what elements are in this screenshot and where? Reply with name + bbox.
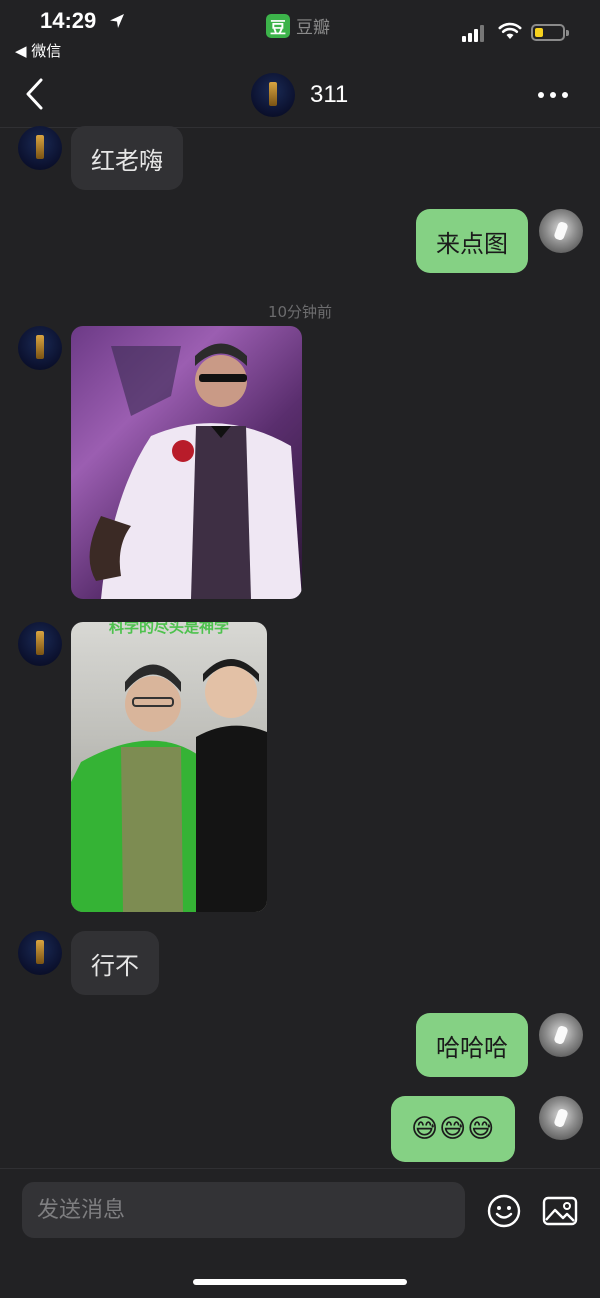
image-message-costume[interactable] <box>71 326 302 599</box>
costume-illustration <box>89 343 302 599</box>
their-avatar[interactable] <box>18 126 62 170</box>
my-avatar[interactable] <box>539 1096 583 1140</box>
battery-level <box>535 28 543 37</box>
message-bubble-sent[interactable]: 哈哈哈 <box>416 1013 528 1077</box>
home-indicator <box>193 1279 407 1285</box>
my-avatar[interactable] <box>539 209 583 253</box>
location-arrow-icon <box>110 14 124 28</box>
message-bubble-sent[interactable]: 😅😅😅 <box>391 1096 516 1162</box>
smiley-icon[interactable] <box>486 1193 522 1229</box>
app-badge: 豆 豆瓣 <box>266 13 330 38</box>
contact-name[interactable]: 311 <box>310 81 348 109</box>
battery-icon <box>531 24 569 41</box>
message-input[interactable] <box>22 1182 465 1238</box>
their-avatar[interactable] <box>18 622 62 666</box>
image-icon[interactable] <box>542 1195 578 1227</box>
status-time: 14:29 <box>40 8 97 33</box>
status-bar: 14:29 ◀ 微信 豆 豆瓣 <box>0 0 600 62</box>
chevron-left-icon[interactable] <box>22 77 48 111</box>
contact-avatar[interactable] <box>251 73 295 117</box>
their-avatar[interactable] <box>18 931 62 975</box>
wifi-icon <box>498 22 522 39</box>
chat-header: 311 <box>0 62 600 128</box>
back-to-wechat-link[interactable]: ◀ 微信 <box>15 40 61 61</box>
douban-logo-icon: 豆 <box>266 13 290 38</box>
my-avatar[interactable] <box>539 1013 583 1057</box>
app-name: 豆瓣 <box>296 18 330 38</box>
more-icon[interactable] <box>536 90 570 100</box>
cellular-signal-icon <box>462 24 484 42</box>
message-timestamp: 10分钟前 <box>267 303 333 321</box>
their-avatar[interactable] <box>18 326 62 370</box>
image-message-photo[interactable]: 科学的尽头是神学 <box>71 622 267 912</box>
two-people-photo <box>71 659 267 912</box>
message-bubble-received[interactable]: 行不 <box>71 931 159 995</box>
message-bubble-sent[interactable]: 来点图 <box>416 209 528 273</box>
photo-caption: 科学的尽头是神学 <box>108 622 229 636</box>
message-bubble-received[interactable]: 红老嗨 <box>71 126 183 190</box>
